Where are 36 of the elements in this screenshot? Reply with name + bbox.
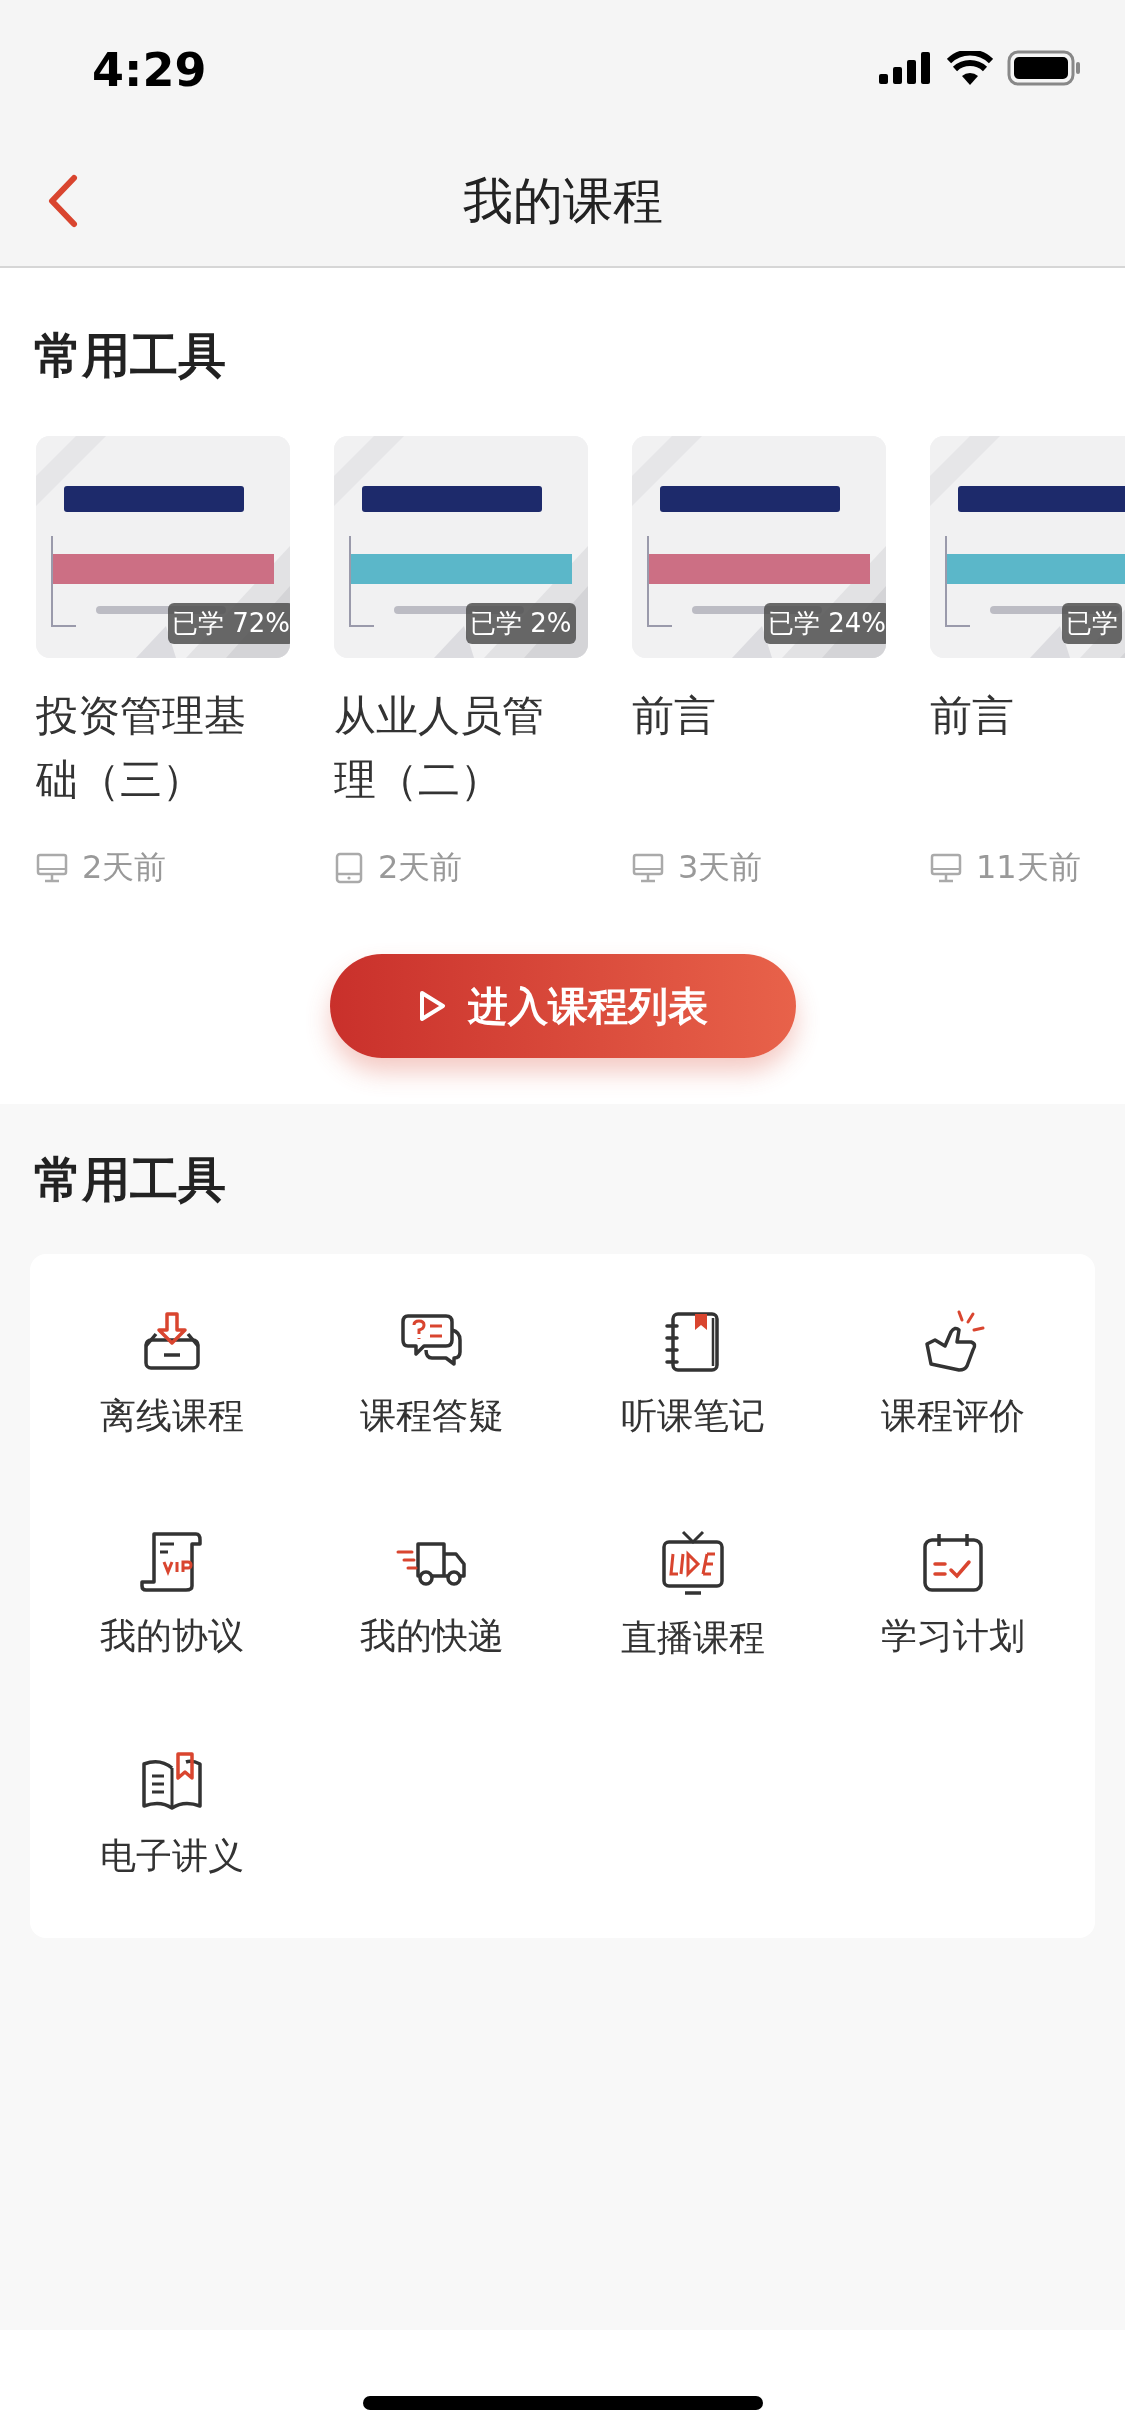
section-title: 常用工具: [33, 326, 227, 385]
tool-button[interactable]: 离线课程: [42, 1254, 303, 1474]
course-cover[interactable]: 已学: [930, 436, 1125, 658]
tool-button[interactable]: 课程答疑: [302, 1254, 563, 1474]
progress-badge: 已学 24%: [764, 603, 886, 644]
progress-badge: 已学 72%: [168, 603, 290, 644]
course-cover[interactable]: 已学 72%: [36, 436, 290, 658]
battery-icon: [1007, 50, 1081, 86]
last-studied-time: 2天前: [82, 847, 167, 888]
course-title[interactable]: 前言: [930, 684, 1125, 812]
last-studied-time: 11天前: [976, 847, 1081, 888]
last-studied-time: 2天前: [378, 847, 463, 888]
tool-button[interactable]: 电子讲义: [42, 1694, 303, 1914]
course-cover[interactable]: 已学 24%: [632, 436, 886, 658]
live-tv-icon: [660, 1530, 725, 1596]
signal-icon: [879, 52, 933, 84]
page-title: 我的课程: [462, 170, 663, 232]
progress-badge: 已学: [1062, 603, 1122, 644]
tool-button[interactable]: 学习计划: [822, 1474, 1083, 1694]
progress-badge: 已学 2%: [466, 603, 576, 644]
wifi-icon: [947, 51, 993, 85]
course-list-button[interactable]: 进入课程列表: [329, 954, 796, 1058]
tool-button[interactable]: 听课笔记: [562, 1254, 823, 1474]
last-studied-time: 3天前: [678, 847, 763, 888]
tool-button[interactable]: 直播课程: [562, 1474, 823, 1694]
vip-document-icon: [140, 1530, 205, 1594]
tool-button[interactable]: 我的协议: [42, 1474, 303, 1694]
clock-time: 4:29: [92, 42, 207, 97]
course-title[interactable]: 投资管理基础（三）: [36, 684, 256, 812]
course-title[interactable]: 前言: [632, 684, 852, 812]
course-title[interactable]: 从业人员管理（二）: [334, 684, 554, 812]
play-icon: [417, 990, 446, 1022]
tool-button[interactable]: 课程评价: [822, 1254, 1083, 1474]
tool-button[interactable]: 我的快递: [302, 1474, 563, 1694]
course-cover[interactable]: 已学 2%: [334, 436, 588, 658]
section-title: 常用工具: [33, 1150, 227, 1209]
